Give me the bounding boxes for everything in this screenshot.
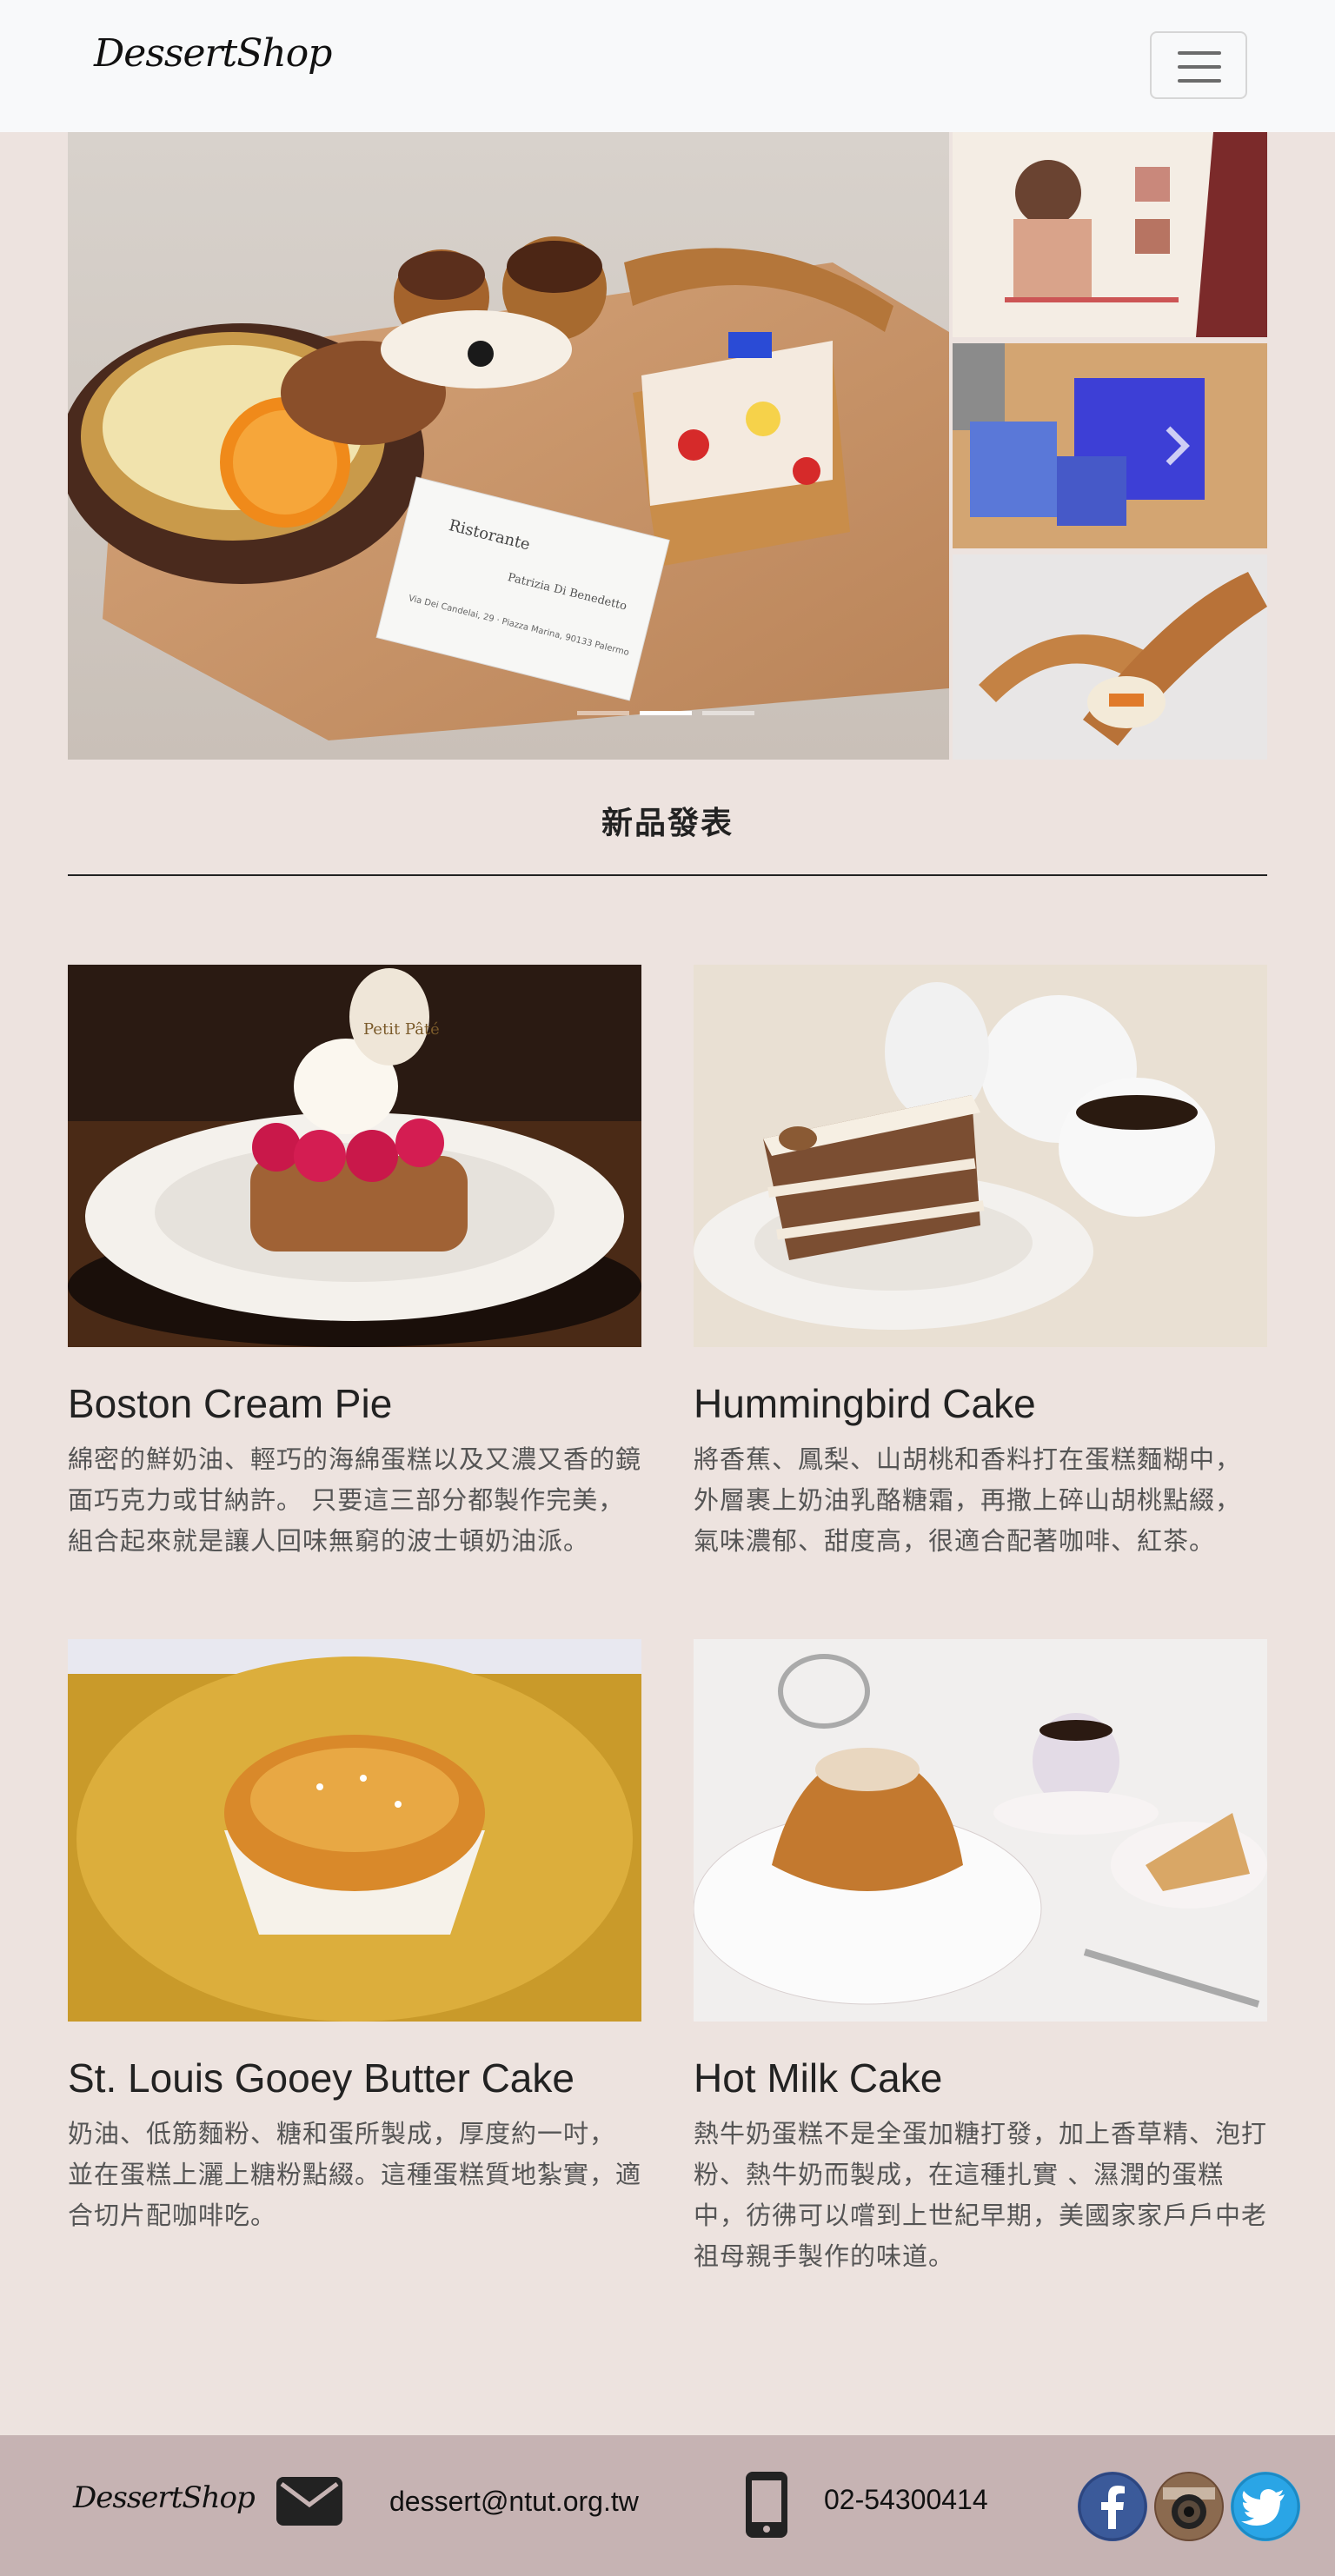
product-image-hot-milk-cake[interactable]: [694, 1639, 1267, 2022]
carousel-thumb-bags[interactable]: [953, 343, 1267, 548]
cake-topper-label: Petit Pâté: [363, 1020, 440, 1039]
product-card: Hot Milk Cake 熱牛奶蛋糕不是全蛋加糖打發，加上香草精、泡打粉、熱牛…: [694, 1639, 1267, 2277]
section-divider: [68, 874, 1267, 876]
product-description: 奶油、低筋麵粉、糖和蛋所製成，厚度約一吋， 並在蛋糕上灑上糖粉點綴。這種蛋糕質地…: [68, 2119, 642, 2230]
product-description: 將香蕉、鳳梨、山胡桃和香料打在蛋糕麵糊中， 外層裹上奶油乳酪糖霜，再撒上碎山胡桃…: [694, 1444, 1242, 1556]
product-image-boston-cream-pie[interactable]: Petit Pâté: [68, 965, 641, 1347]
carousel-thumb-cannoli[interactable]: [953, 554, 1267, 760]
product-name[interactable]: Hot Milk Cake: [694, 2055, 1267, 2101]
carousel-indicators: [577, 711, 754, 715]
footer-email[interactable]: dessert@ntut.org.tw: [389, 2486, 639, 2518]
section-title: 新品發表: [601, 806, 734, 841]
product-name[interactable]: St. Louis Gooey Butter Cake: [68, 2055, 641, 2101]
product-card: Hummingbird Cake 將香蕉、鳳梨、山胡桃和香料打在蛋糕麵糊中， 外…: [694, 965, 1267, 1562]
mobile-phone-icon: [746, 2472, 787, 2538]
hamburger-icon-line: [1178, 51, 1221, 55]
carousel-thumb-book[interactable]: [953, 132, 1267, 337]
twitter-icon[interactable]: [1231, 2472, 1300, 2541]
product-card: St. Louis Gooey Butter Cake 奶油、低筋麵粉、糖和蛋所…: [68, 1639, 641, 2236]
carousel-indicator[interactable]: [577, 711, 629, 715]
product-description: 綿密的鮮奶油、輕巧的海綿蛋糕以及又濃又香的鏡面巧克力或甘納許。 只要這三部分都製…: [68, 1444, 642, 1556]
product-description: 熱牛奶蛋糕不是全蛋加糖打發，加上香草精、泡打粉、熱牛奶而製成，在這種扎實 、濕潤…: [694, 2119, 1268, 2271]
product-image-gooey-butter-cake[interactable]: [68, 1639, 641, 2022]
footer-phone[interactable]: 02-54300414: [824, 2484, 988, 2516]
brand-logo[interactable]: DessertShop: [94, 31, 332, 76]
chevron-right-icon[interactable]: [1151, 420, 1203, 472]
menu-toggle-button[interactable]: [1150, 31, 1247, 99]
footer-brand-logo[interactable]: DessertShop: [73, 2480, 256, 2515]
instagram-icon[interactable]: [1154, 2472, 1224, 2541]
carousel-main-image: Ristorante Patrizia Di Benedetto Via Dei…: [68, 132, 949, 760]
product-card: Petit Pâté Boston Cream Pie 綿密的鮮奶油、輕巧的海綿…: [68, 965, 641, 1562]
product-image-hummingbird-cake[interactable]: [694, 965, 1267, 1347]
hero-carousel[interactable]: Ristorante Patrizia Di Benedetto Via Dei…: [68, 132, 1267, 760]
carousel-indicator[interactable]: [702, 711, 754, 715]
envelope-icon: [276, 2477, 342, 2526]
product-name[interactable]: Boston Cream Pie: [68, 1380, 641, 1427]
hamburger-icon-line: [1178, 65, 1221, 69]
navbar: DessertShop: [0, 0, 1335, 132]
hamburger-icon-line: [1178, 79, 1221, 83]
footer: DessertShop dessert@ntut.org.tw 02-54300…: [0, 2435, 1335, 2576]
facebook-icon[interactable]: [1078, 2472, 1147, 2541]
carousel-indicator-active[interactable]: [640, 711, 692, 715]
product-name[interactable]: Hummingbird Cake: [694, 1380, 1267, 1427]
